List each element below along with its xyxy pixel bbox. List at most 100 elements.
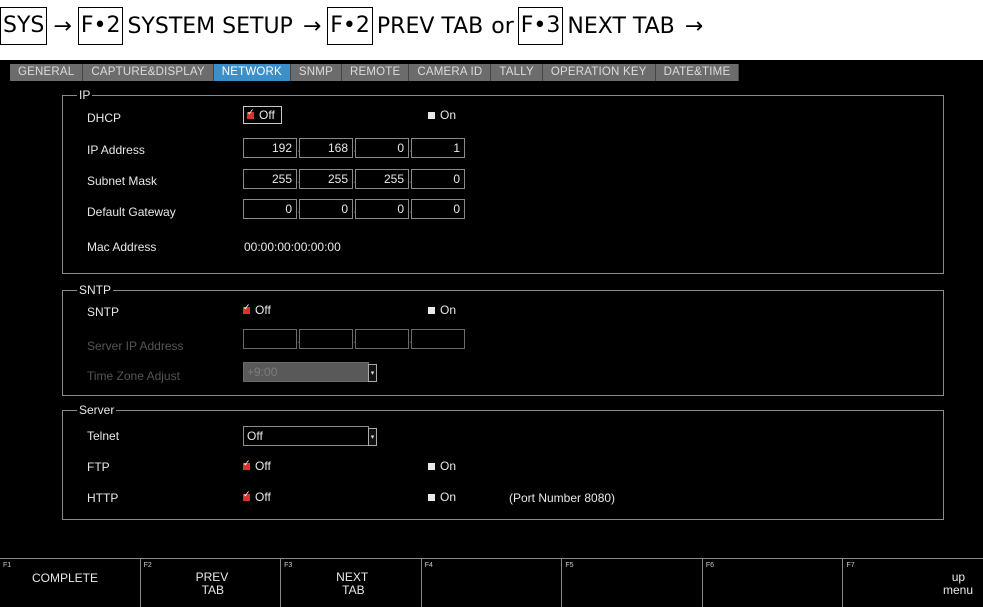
tab-capture-display[interactable]: CAPTURE&DISPLAY [83,64,214,81]
ftp-off-label: Off [255,459,271,473]
breadcrumb: SYS → F•2 SYSTEM SETUP → F•2 PREV TAB or… [0,0,983,52]
mac-address-label: Mac Address [87,240,157,254]
tab-date-time[interactable]: DATE&TIME [655,64,740,81]
ip-octet-4[interactable]: 1. [411,138,465,158]
dhcp-off-checkbox[interactable]: Off [243,106,282,124]
tab-general[interactable]: GENERAL [10,64,84,81]
subnet-octet-4[interactable]: 0. [411,169,465,189]
f5-button[interactable]: F5 [562,559,703,607]
ip-group-title: IP [77,88,93,102]
ip-address-field: 192. 168. 0. 1. [243,138,467,158]
ip-octet-3[interactable]: 0. [355,138,413,158]
ftp-label: FTP [87,460,110,474]
ftp-on-checkbox[interactable]: On [428,459,456,473]
http-on-label: On [440,490,457,504]
f4-button[interactable]: F4 [422,559,563,607]
ip-octet-2[interactable]: 168. [299,138,357,158]
checkbox-checked-icon [247,107,255,119]
f5-number: F5 [565,562,574,569]
subnet-octet-1[interactable]: 255. [243,169,301,189]
f6-number: F6 [705,562,715,569]
f7-label-top: up [951,570,966,584]
server-ip-octet-1[interactable]: . [243,329,301,349]
dhcp-on-label: On [440,108,457,122]
telnet-select[interactable]: Off ▾ [243,426,377,446]
prev-tab-key: F•2 [327,7,373,45]
ip-group: IP DHCP Off On IP Address 192. 168. 0. 1… [62,88,944,274]
f3-number: F3 [284,562,293,569]
ftp-on-label: On [440,459,457,473]
subnet-octet-3[interactable]: 255. [355,169,413,189]
f3-label-bottom: TAB [342,583,365,597]
device-screen: GENERAL CAPTURE&DISPLAY NETWORK SNMP REM… [0,60,983,607]
default-gateway-label: Default Gateway [87,205,176,219]
gateway-octet-4[interactable]: 0. [411,199,465,219]
gateway-octet-1[interactable]: 0. [243,199,301,219]
tab-tally[interactable]: TALLY [491,64,543,81]
f2-prev-tab-button[interactable]: F2 PREV TAB [141,559,282,607]
arrow-icon: → [53,13,72,39]
default-gateway-field: 0. 0. 0. 0. [243,199,467,219]
f2-number: F2 [143,562,152,569]
tab-network[interactable]: NETWORK [213,64,291,81]
f4-number: F4 [424,562,433,569]
dropdown-arrow-icon: ▾ [368,364,377,382]
server-ip-octet-3[interactable]: . [355,329,413,349]
dhcp-on-checkbox[interactable]: On [428,108,456,122]
checkbox-checked-icon [243,302,251,314]
server-ip-octet-2[interactable]: . [299,329,357,349]
arrow-icon: → [684,13,704,39]
checkbox-checked-icon [243,489,251,501]
or-text: or [491,13,514,39]
dropdown-arrow-icon: ▾ [368,428,377,446]
arrow-icon: → [302,13,322,39]
sntp-off-label: Off [255,303,271,317]
f7-label-bottom: menu [943,583,974,597]
server-ip-octet-4[interactable]: . [411,329,465,349]
f3-next-tab-button[interactable]: F3 NEXT TAB [281,559,422,607]
next-tab-text: NEXT TAB [567,13,675,39]
sntp-group: SNTP SNTP Off On Server IP Address . . .… [62,283,944,396]
tab-remote[interactable]: REMOTE [341,64,410,81]
f7-number: F7 [846,562,855,569]
http-label: HTTP [87,491,119,505]
server-ip-label: Server IP Address [87,339,184,353]
sntp-label: SNTP [87,305,120,319]
f1-complete-button[interactable]: F1 COMPLETE [0,559,141,607]
gateway-octet-2[interactable]: 0. [299,199,357,219]
tab-bar: GENERAL CAPTURE&DISPLAY NETWORK SNMP REM… [10,64,740,81]
telnet-value: Off [247,429,263,443]
subnet-octet-2[interactable]: 255. [299,169,357,189]
next-tab-key: F•3 [517,7,564,45]
gateway-octet-3[interactable]: 0. [355,199,413,219]
time-zone-select[interactable]: +9:00 ▾ [243,362,377,382]
checkbox-unchecked-icon [428,462,435,470]
ftp-off-checkbox[interactable]: Off [243,458,271,473]
mac-address-value: 00:00:00:00:00:00 [244,240,341,254]
sys-key: SYS [0,7,48,45]
tab-camera-id[interactable]: CAMERA ID [409,64,492,81]
ip-octet-1[interactable]: 192. [243,138,301,158]
f2-label-top: PREV [195,570,229,584]
prev-tab-text: PREV TAB [376,13,484,39]
f6-button[interactable]: F6 [703,559,844,607]
sntp-group-title: SNTP [77,283,114,297]
function-key-bar: F1 COMPLETE F2 PREV TAB F3 NEXT TAB F4 F… [0,558,983,607]
f1-number: F1 [3,562,12,569]
tab-snmp[interactable]: SNMP [290,64,342,81]
sntp-on-checkbox[interactable]: On [428,303,456,317]
f2-key: F•2 [77,7,124,45]
http-off-label: Off [255,490,271,504]
time-zone-label: Time Zone Adjust [87,369,180,383]
server-group: Server Telnet Off ▾ FTP Off On HTTP Off … [62,403,944,520]
checkbox-unchecked-icon [428,111,435,119]
server-ip-field: . . . . [243,329,467,349]
http-off-checkbox[interactable]: Off [243,489,271,504]
f3-label-top: NEXT [336,570,369,584]
sntp-off-checkbox[interactable]: Off [243,302,271,317]
dhcp-off-label: Off [259,108,275,122]
subnet-mask-field: 255. 255. 255. 0. [243,169,467,189]
tab-operation-key[interactable]: OPERATION KEY [542,64,656,81]
http-on-checkbox[interactable]: On [428,490,456,504]
f7-up-menu-button[interactable]: F7 up menu [843,559,983,607]
